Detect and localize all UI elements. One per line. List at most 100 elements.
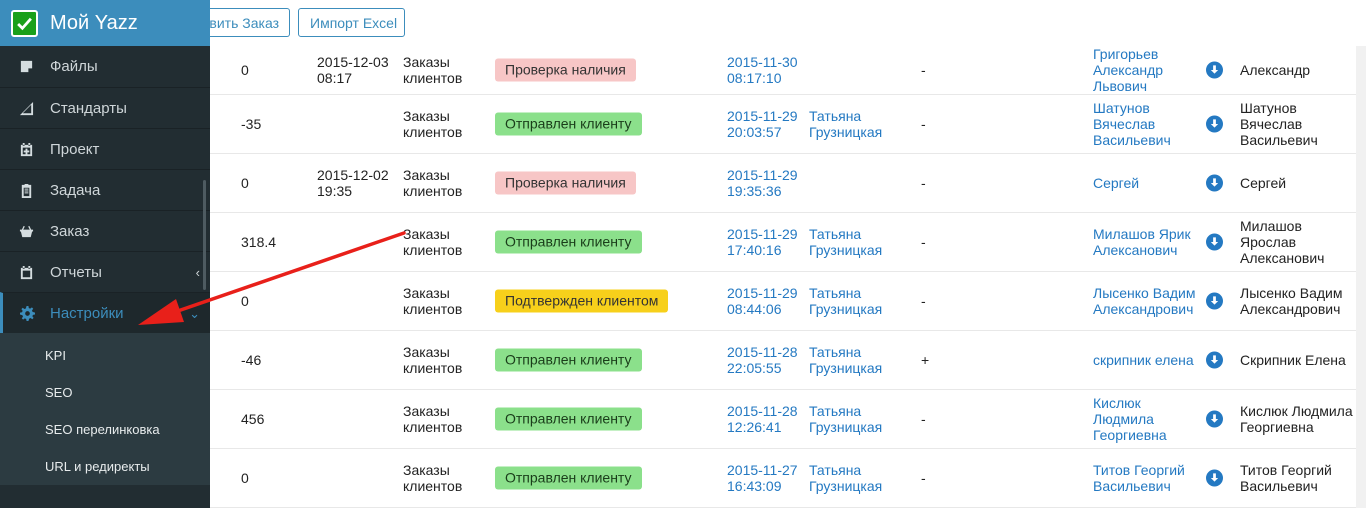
status-cell: Проверка наличия xyxy=(495,171,636,195)
date-cell: 2015-12-03 08:17 xyxy=(317,54,389,86)
file-icon xyxy=(0,59,50,74)
created-date-link[interactable]: 2015-11-28 12:26:41 xyxy=(727,403,807,435)
manager-link[interactable]: Татьяна Грузницкая xyxy=(809,285,909,317)
status-badge: Проверка наличия xyxy=(495,171,636,195)
settings-submenu: KPI SEO SEO перелинковка URL и редиректы xyxy=(0,333,210,485)
manager-link[interactable]: Татьяна Грузницкая xyxy=(809,108,909,140)
sidebar-scrollbar[interactable] xyxy=(203,180,206,290)
download-cell xyxy=(1206,174,1223,192)
manager-link[interactable]: Татьяна Грузницкая xyxy=(809,403,909,435)
submenu-item-kpi[interactable]: KPI xyxy=(0,337,210,374)
created-date-link[interactable]: 2015-11-28 22:05:55 xyxy=(727,344,807,376)
created-date-link[interactable]: 2015-11-29 17:40:16 xyxy=(727,226,807,258)
status-badge: Отправлен клиенту xyxy=(495,407,642,431)
orders-table: 0 2015-12-03 08:17 Заказы клиентов Проверка… xyxy=(210,46,1356,508)
amount-cell: 0 xyxy=(241,470,249,486)
table-row: 0 Заказы клиентов Отправлен клиенту 2015-11… xyxy=(210,449,1356,508)
download-icon[interactable] xyxy=(1206,469,1223,487)
sidebar-item-label: Заказ xyxy=(50,222,90,240)
sidebar-item-label: Отчеты xyxy=(50,263,102,281)
flag-cell: - xyxy=(921,234,926,250)
client-link[interactable]: Лысенко Вадим Александрович xyxy=(1093,285,1203,317)
status-cell: Отправлен клиенту xyxy=(495,230,642,254)
sidebar-item-standards[interactable]: Стандарты xyxy=(0,87,210,128)
amount-cell: -35 xyxy=(241,116,262,132)
order-type-cell: Заказы клиентов xyxy=(403,167,463,199)
client-link[interactable]: Шатунов Вячеслав Васильевич xyxy=(1093,100,1203,148)
status-badge: Отправлен клиенту xyxy=(495,348,642,372)
order-type-cell: Заказы клиентов xyxy=(403,108,463,140)
gear-icon xyxy=(3,305,50,321)
submenu-item-url-redirects[interactable]: URL и редиректы xyxy=(0,448,210,485)
download-icon[interactable] xyxy=(1206,115,1223,133)
status-cell: Отправлен клиенту xyxy=(495,112,642,136)
status-badge: Отправлен клиенту xyxy=(495,230,642,254)
contact-name-cell: Кислюк Людмила Георгиевна xyxy=(1240,403,1353,435)
client-link[interactable]: Титов Георгий Васильевич xyxy=(1093,462,1203,494)
sidebar-item-reports[interactable]: Отчеты ‹ xyxy=(0,251,210,292)
amount-cell: -46 xyxy=(241,352,262,368)
table-row: -46 Заказы клиентов Отправлен клиенту 2015-… xyxy=(210,331,1356,390)
basket-icon xyxy=(0,224,50,239)
sidebar: Мой Yazz Файлы Стандарты Проект Задача З… xyxy=(0,0,210,508)
created-date-link[interactable]: 2015-11-29 20:03:57 xyxy=(727,108,807,140)
brand-header[interactable]: Мой Yazz xyxy=(0,0,210,46)
status-badge: Отправлен клиенту xyxy=(495,112,642,136)
order-type-cell: Заказы клиентов xyxy=(403,285,463,317)
client-link[interactable]: скрипник елена xyxy=(1093,352,1203,368)
sidebar-item-task[interactable]: Задача xyxy=(0,169,210,210)
import-excel-button[interactable]: Импорт Excel xyxy=(298,8,405,37)
sidebar-item-order[interactable]: Заказ xyxy=(0,210,210,251)
table-row: 0 2015-12-03 08:17 Заказы клиентов Проверка… xyxy=(210,46,1356,95)
download-cell xyxy=(1206,410,1223,428)
submenu-item-seo[interactable]: SEO xyxy=(0,374,210,411)
manager-link[interactable]: Татьяна Грузницкая xyxy=(809,226,909,258)
client-link[interactable]: Кислюк Людмила Георгиевна xyxy=(1093,395,1203,443)
created-date-link[interactable]: 2015-11-30 08:17:10 xyxy=(727,54,807,86)
page-scrollbar[interactable] xyxy=(1356,46,1366,508)
client-link[interactable]: Милашов Ярик Алексанович xyxy=(1093,226,1203,258)
amount-cell: 456 xyxy=(241,411,265,427)
amount-cell: 0 xyxy=(241,175,249,191)
manager-link[interactable]: Татьяна Грузницкая xyxy=(809,344,909,376)
order-type-cell: Заказы клиентов xyxy=(403,226,463,258)
download-icon[interactable] xyxy=(1206,233,1223,251)
order-type-cell: Заказы клиентов xyxy=(403,462,463,494)
sidebar-item-label: Стандарты xyxy=(50,99,127,117)
flag-cell: - xyxy=(921,411,926,427)
sidebar-item-settings[interactable]: Настройки ⌄ xyxy=(0,292,210,333)
contact-name-cell: Александр xyxy=(1240,62,1311,78)
submenu-item-seo-linking[interactable]: SEO перелинковка xyxy=(0,411,210,448)
status-badge: Подтвержден клиентом xyxy=(495,289,669,313)
amount-cell: 318.4 xyxy=(241,234,277,250)
status-badge: Отправлен клиенту xyxy=(495,466,642,490)
download-icon[interactable] xyxy=(1206,292,1223,310)
created-date-link[interactable]: 2015-11-29 19:35:36 xyxy=(727,167,807,199)
flag-cell: - xyxy=(921,62,926,78)
date-cell: 2015-12-02 19:35 xyxy=(317,167,389,199)
status-badge: Проверка наличия xyxy=(495,58,636,82)
download-icon[interactable] xyxy=(1206,410,1223,428)
client-link[interactable]: Григорьев Александр Львович xyxy=(1093,46,1203,94)
download-icon[interactable] xyxy=(1206,174,1223,192)
toolbar: вить Заказ Импорт Excel xyxy=(208,0,1366,46)
flag-cell: - xyxy=(921,293,926,309)
manager-link[interactable]: Татьяна Грузницкая xyxy=(809,462,909,494)
download-icon[interactable] xyxy=(1206,351,1223,369)
created-date-link[interactable]: 2015-11-27 16:43:09 xyxy=(727,462,807,494)
table-row: -35 Заказы клиентов Отправлен клиенту 2015-… xyxy=(210,95,1356,154)
amount-cell: 0 xyxy=(241,62,249,78)
flag-cell: - xyxy=(921,116,926,132)
client-link[interactable]: Сергей xyxy=(1093,175,1203,191)
download-icon[interactable] xyxy=(1206,61,1223,79)
amount-cell: 0 xyxy=(241,293,249,309)
download-cell xyxy=(1206,115,1223,133)
flag-cell: - xyxy=(921,470,926,486)
add-order-button[interactable]: вить Заказ xyxy=(208,8,290,37)
calendar-icon xyxy=(0,265,50,280)
sidebar-item-files[interactable]: Файлы xyxy=(0,46,210,87)
sidebar-item-project[interactable]: Проект xyxy=(0,128,210,169)
calendar-plus-icon xyxy=(0,142,50,157)
created-date-link[interactable]: 2015-11-29 08:44:06 xyxy=(727,285,807,317)
triangle-ruler-icon xyxy=(0,101,50,116)
